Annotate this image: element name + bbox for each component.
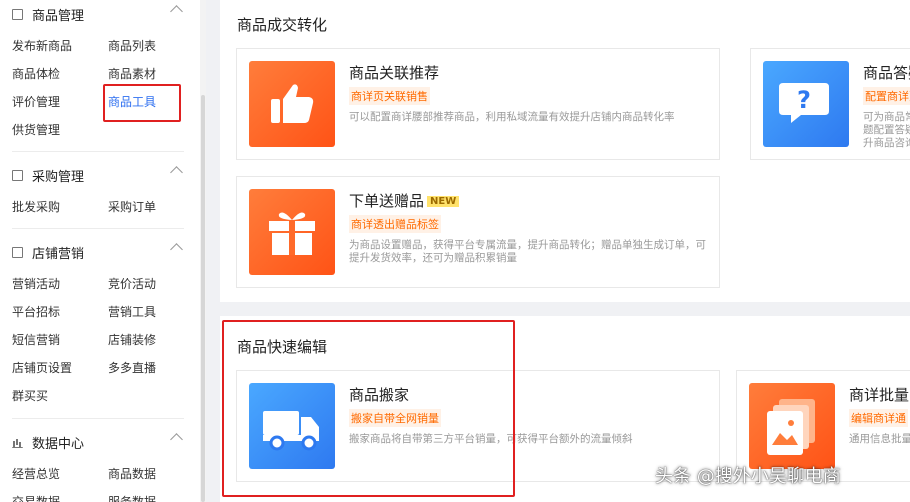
card-tag: 商详透出赠品标签 [349, 215, 441, 233]
svg-text:?: ? [797, 86, 811, 114]
purchase-icon [12, 169, 23, 181]
highlight-box [103, 84, 181, 122]
sidebar-item-publish[interactable]: 发布新商品 [12, 37, 72, 54]
section-goods-header[interactable]: 商品管理 [12, 4, 84, 24]
sidebar: 商品管理 发布新商品 商品列表 商品体检 商品素材 评价管理 商品工具 供货管理… [0, 0, 200, 502]
sidebar-item-wholesale[interactable]: 批发采购 [12, 198, 60, 215]
section-purchase-title: 采购管理 [32, 169, 85, 185]
sidebar-scrollbar[interactable] [200, 0, 206, 502]
goods-icon [12, 8, 23, 20]
card-tag: 商详页关联销售 [349, 87, 430, 105]
gift-icon [249, 189, 335, 275]
sidebar-item-goods-material[interactable]: 商品素材 [108, 65, 156, 82]
section-data-header[interactable]: 数据中心 [12, 432, 84, 452]
sidebar-item-supply[interactable]: 供货管理 [12, 121, 60, 138]
card-desc: 为商品设置赠品，获得平台专属流量，提升商品转化；赠品单独生成订单，可提升发货效率… [349, 239, 706, 264]
card-desc: 通用信息批量 [849, 433, 910, 445]
thumbs-up-icon [249, 61, 335, 147]
section-marketing-title: 店铺营销 [32, 246, 85, 262]
sidebar-item-service-data[interactable]: 服务数据 [108, 493, 156, 502]
sidebar-item-marketing-tools[interactable]: 营销工具 [108, 303, 156, 320]
sidebar-item-bidding[interactable]: 竞价活动 [108, 275, 156, 292]
card-name: 商品关联推荐 [349, 64, 440, 82]
sidebar-item-store-page[interactable]: 店铺页设置 [12, 359, 72, 376]
sidebar-item-review[interactable]: 评价管理 [12, 93, 60, 110]
chat-question-icon: ? [763, 61, 849, 147]
divider [12, 228, 184, 229]
new-badge: NEW [427, 196, 460, 207]
sidebar-item-live[interactable]: 多多直播 [108, 359, 156, 376]
chevron-up-icon[interactable] [170, 5, 183, 18]
section-purchase-header[interactable]: 采购管理 [12, 165, 84, 185]
card-desc: 可以配置商详腰部推荐商品，利用私域流量有效提升店铺内商品转化率 [349, 111, 675, 123]
card-tag: 编辑商详通 [849, 409, 908, 427]
sidebar-item-sms[interactable]: 短信营销 [12, 331, 60, 348]
sidebar-item-decoration[interactable]: 店铺装修 [108, 331, 156, 348]
sidebar-item-goods-data[interactable]: 商品数据 [108, 465, 156, 482]
section-marketing-header[interactable]: 店铺营销 [12, 242, 84, 262]
section-data-title: 数据中心 [32, 436, 85, 452]
sidebar-item-trade-data[interactable]: 交易数据 [12, 493, 60, 502]
sidebar-item-purchase-orders[interactable]: 采购订单 [108, 198, 156, 215]
divider [12, 418, 184, 419]
card-name-text: 下单送赠品 [349, 192, 425, 210]
sidebar-item-campaigns[interactable]: 营销活动 [12, 275, 60, 292]
chevron-up-icon[interactable] [170, 166, 183, 179]
card-name: 下单送赠品 NEW [349, 190, 460, 211]
conversion-panel: 商品成交转化 商品关联推荐 商详页关联销售 可以配置商详腰部推荐商品，利用私域流… [220, 0, 910, 302]
card-name: 商品答疑 [863, 64, 910, 82]
sidebar-item-overview[interactable]: 经营总览 [12, 465, 60, 482]
sidebar-item-tender[interactable]: 平台招标 [12, 303, 60, 320]
sidebar-item-goods-list[interactable]: 商品列表 [108, 37, 156, 54]
chevron-up-icon[interactable] [170, 433, 183, 446]
store-icon [12, 246, 23, 258]
card-name: 商详批量 [849, 386, 910, 404]
bar-chart-icon [12, 437, 23, 448]
card-tag: 配置商详页 [863, 87, 910, 105]
scrollbar-thumb[interactable] [201, 95, 205, 502]
card-gift[interactable]: 下单送赠品 NEW 商详透出赠品标签 为商品设置赠品，获得平台专属流量，提升商品转… [236, 176, 720, 288]
image-stack-icon [749, 383, 835, 469]
card-desc: 可为商品常见问题配置答疑，提升商品咨询 [863, 111, 910, 149]
section-goods-title: 商品管理 [32, 8, 85, 24]
conversion-title: 商品成交转化 [237, 16, 328, 34]
divider [12, 151, 184, 152]
sidebar-item-goods-check[interactable]: 商品体检 [12, 65, 60, 82]
chevron-up-icon[interactable] [170, 243, 183, 256]
watermark: 头条 @搜外小吴聊电商 [655, 466, 841, 487]
sidebar-item-group-buy[interactable]: 群买买 [12, 387, 48, 404]
card-related-recommend[interactable]: 商品关联推荐 商详页关联销售 可以配置商详腰部推荐商品，利用私域流量有效提升店铺… [236, 48, 720, 160]
card-faq[interactable]: ? 商品答疑 配置商详页 可为商品常见问题配置答疑，提升商品咨询 [750, 48, 910, 160]
highlight-box [222, 320, 515, 497]
